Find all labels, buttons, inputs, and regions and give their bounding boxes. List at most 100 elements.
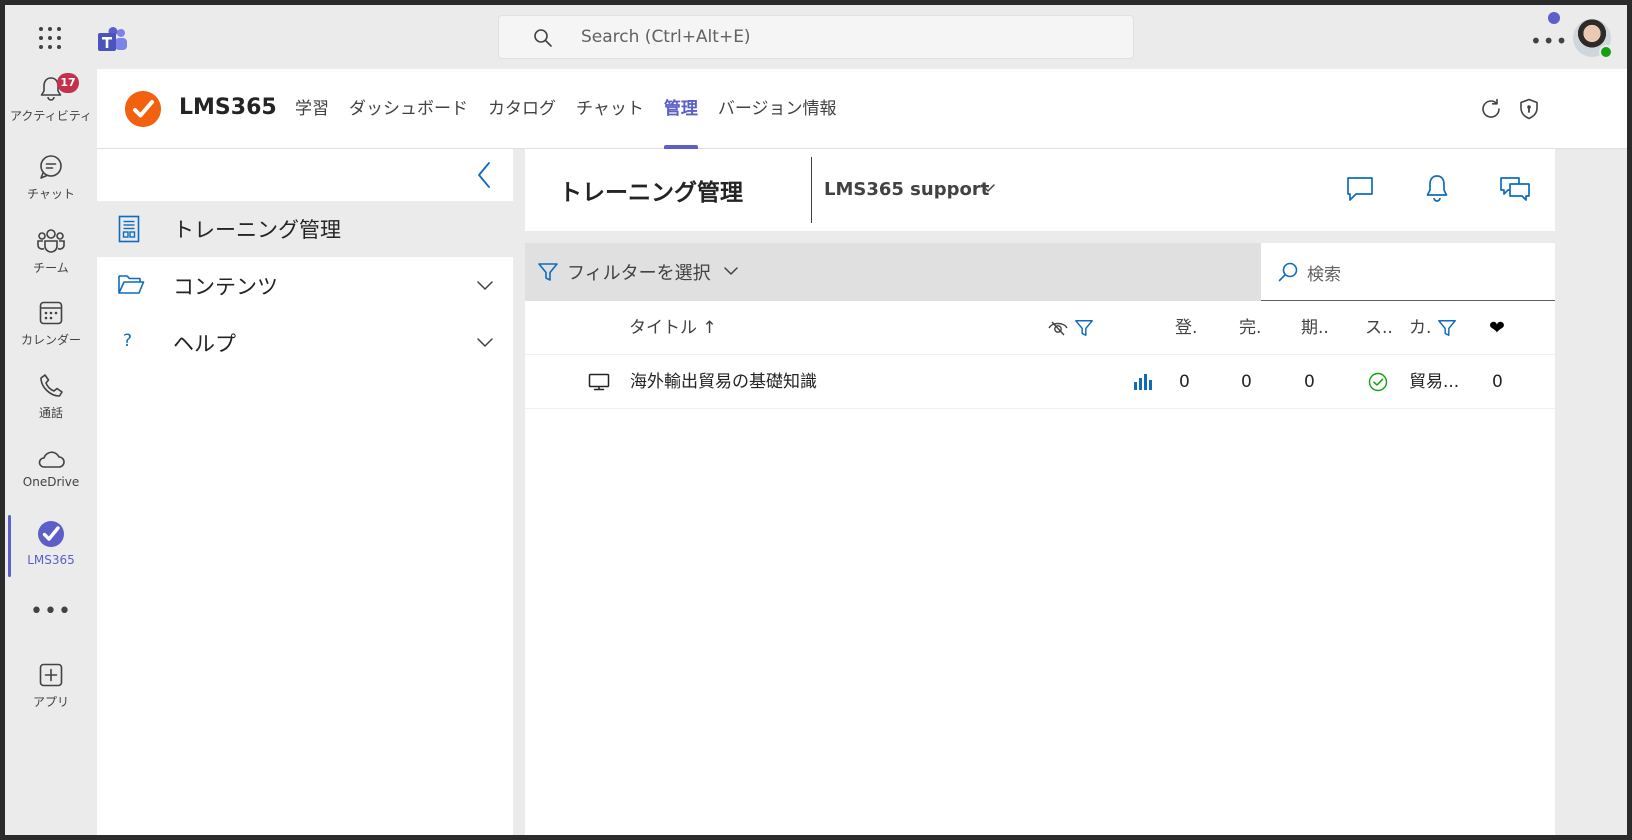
chevron-down-icon [724,267,738,275]
phone-icon [40,374,63,397]
row-category: 貿易... [1409,372,1460,392]
lms365-icon [38,521,64,547]
notification-bell-icon[interactable] [1423,173,1451,203]
rail-item-label: アプリ [32,695,69,709]
refresh-icon[interactable] [1479,97,1503,121]
main-content: トレーニング管理 LMS365 support フィルターを選択 検索 タイトル [525,149,1555,835]
tab-admin[interactable]: 管理 [654,69,708,149]
rail-item-calendar[interactable]: カレンダー [5,299,97,369]
row-period: 0 [1304,372,1315,392]
teams-window: Search (Ctrl+Alt+E) ••• 17 アクティビティ チャット … [5,5,1627,835]
rail-item-label: チャット [27,187,75,201]
status-check-icon [1367,355,1389,409]
search-placeholder: Search (Ctrl+Alt+E) [581,27,751,47]
filter-icon [538,263,558,281]
activity-badge: 17 [57,73,79,93]
row-title-link[interactable]: 海外輸出貿易の基礎知識 [630,355,817,409]
cloud-icon [38,451,65,468]
app-header: LMS365 学習 ダッシュボード カタログ チャット 管理 バージョン情報 [97,69,1627,149]
nav-item-help[interactable]: ? ヘルプ [97,315,513,371]
column-visibility-header[interactable] [1047,301,1094,355]
column-status-header[interactable]: ス.. [1365,301,1393,355]
rail-item-label: OneDrive [22,475,80,489]
search-placeholder: 検索 [1307,265,1341,285]
lms365-app: LMS365 学習 ダッシュボード カタログ チャット 管理 バージョン情報 ト… [97,69,1627,835]
teams-logo-icon [98,27,127,51]
table-search-input[interactable]: 検索 [1261,243,1555,301]
content-header: トレーニング管理 LMS365 support [525,149,1555,231]
column-likes-header[interactable]: ❤ [1489,301,1505,355]
more-apps-icon[interactable]: ••• [5,599,97,624]
shield-icon[interactable] [1517,97,1541,121]
app-tabs: 学習 ダッシュボード カタログ チャット 管理 バージョン情報 [285,69,847,149]
chat-icon [40,155,62,179]
tab-learning[interactable]: 学習 [285,69,339,149]
nav-item-label: コンテンツ [173,275,278,299]
teams-icon [37,229,65,253]
rail-item-chat[interactable]: チャット [5,153,97,223]
nav-item-label: ヘルプ [173,332,236,356]
eye-off-icon [1048,321,1068,336]
bar-chart-icon[interactable] [1133,355,1155,409]
rail-item-onedrive[interactable]: OneDrive [5,447,97,517]
lms365-logo-icon [125,91,161,127]
table-row[interactable]: 海外輸出貿易の基礎知識 0 0 0 貿易... 0 [525,355,1555,409]
active-indicator [8,515,11,577]
column-period-header[interactable]: 期.. [1301,301,1329,355]
row-likes: 0 [1492,372,1503,392]
app-name: LMS365 [179,95,277,120]
conversation-icon[interactable] [1499,175,1531,203]
column-title-header[interactable]: タイトル ↑ [629,301,717,355]
row-completed: 0 [1241,372,1252,392]
site-dropdown[interactable]: LMS365 support [824,179,989,200]
rail-item-label: 通話 [38,406,63,420]
folder-icon [118,275,145,294]
filter-label: フィルターを選択 [567,263,711,284]
tab-catalog[interactable]: カタログ [478,69,566,149]
row-enrolled: 0 [1179,372,1190,392]
rail-item-apps[interactable]: アプリ [5,661,97,731]
search-icon [1278,262,1298,282]
chevron-down-icon[interactable] [475,335,495,349]
table-header: タイトル ↑ 登. 完. 期.. ス.. カ. ❤ [525,301,1555,355]
rail-item-teams[interactable]: チーム [5,227,97,297]
app-launcher-icon[interactable] [39,27,61,49]
presence-available-icon [1599,45,1613,59]
title-bar: Search (Ctrl+Alt+E) ••• [5,5,1627,69]
column-category-label: カ. [1409,318,1432,338]
rail-item-calls[interactable]: 通話 [5,372,97,442]
nav-item-training-management[interactable]: トレーニング管理 [97,201,513,257]
rail-item-lms365[interactable]: LMS365 [5,513,97,583]
collapse-panel-icon[interactable] [475,161,495,189]
comment-icon[interactable] [1345,175,1375,203]
column-enrolled-header[interactable]: 登. [1175,301,1197,355]
column-completed-header[interactable]: 完. [1239,301,1261,355]
filter-bar[interactable]: フィルターを選択 [525,243,1261,301]
divider [811,157,812,223]
search-bar[interactable]: Search (Ctrl+Alt+E) [498,15,1134,59]
filter-icon [1437,320,1456,336]
training-table: タイトル ↑ 登. 完. 期.. ス.. カ. ❤ 海外輸出貿易の基礎知識 0 … [525,301,1555,835]
column-category-header[interactable]: カ. [1409,301,1457,355]
page-title: トレーニング管理 [559,180,743,206]
avatar[interactable] [1573,19,1613,59]
desktop-icon [587,355,611,409]
rail-item-activity[interactable]: 17 アクティビティ [5,73,97,145]
app-rail: 17 アクティビティ チャット チーム カレンダー 通話 OneDrive LM… [5,69,97,835]
add-app-icon [39,663,63,687]
calendar-icon [39,301,63,325]
tab-version-info[interactable]: バージョン情報 [708,69,847,149]
nav-item-contents[interactable]: コンテンツ [97,258,513,314]
search-icon [534,29,552,47]
chevron-down-icon[interactable] [979,181,997,195]
rail-item-label: アクティビティ [10,109,92,123]
more-options-icon[interactable]: ••• [1530,29,1568,53]
tab-dashboard[interactable]: ダッシュボード [339,69,478,149]
left-nav-panel: トレーニング管理 コンテンツ ? ヘルプ [97,149,513,835]
question-icon: ? [123,331,133,351]
rail-item-label: LMS365 [27,553,75,567]
tab-chat[interactable]: チャット [566,69,654,149]
chevron-down-icon[interactable] [475,278,495,292]
notification-dot [1548,12,1560,24]
rail-item-label: カレンダー [20,333,81,347]
